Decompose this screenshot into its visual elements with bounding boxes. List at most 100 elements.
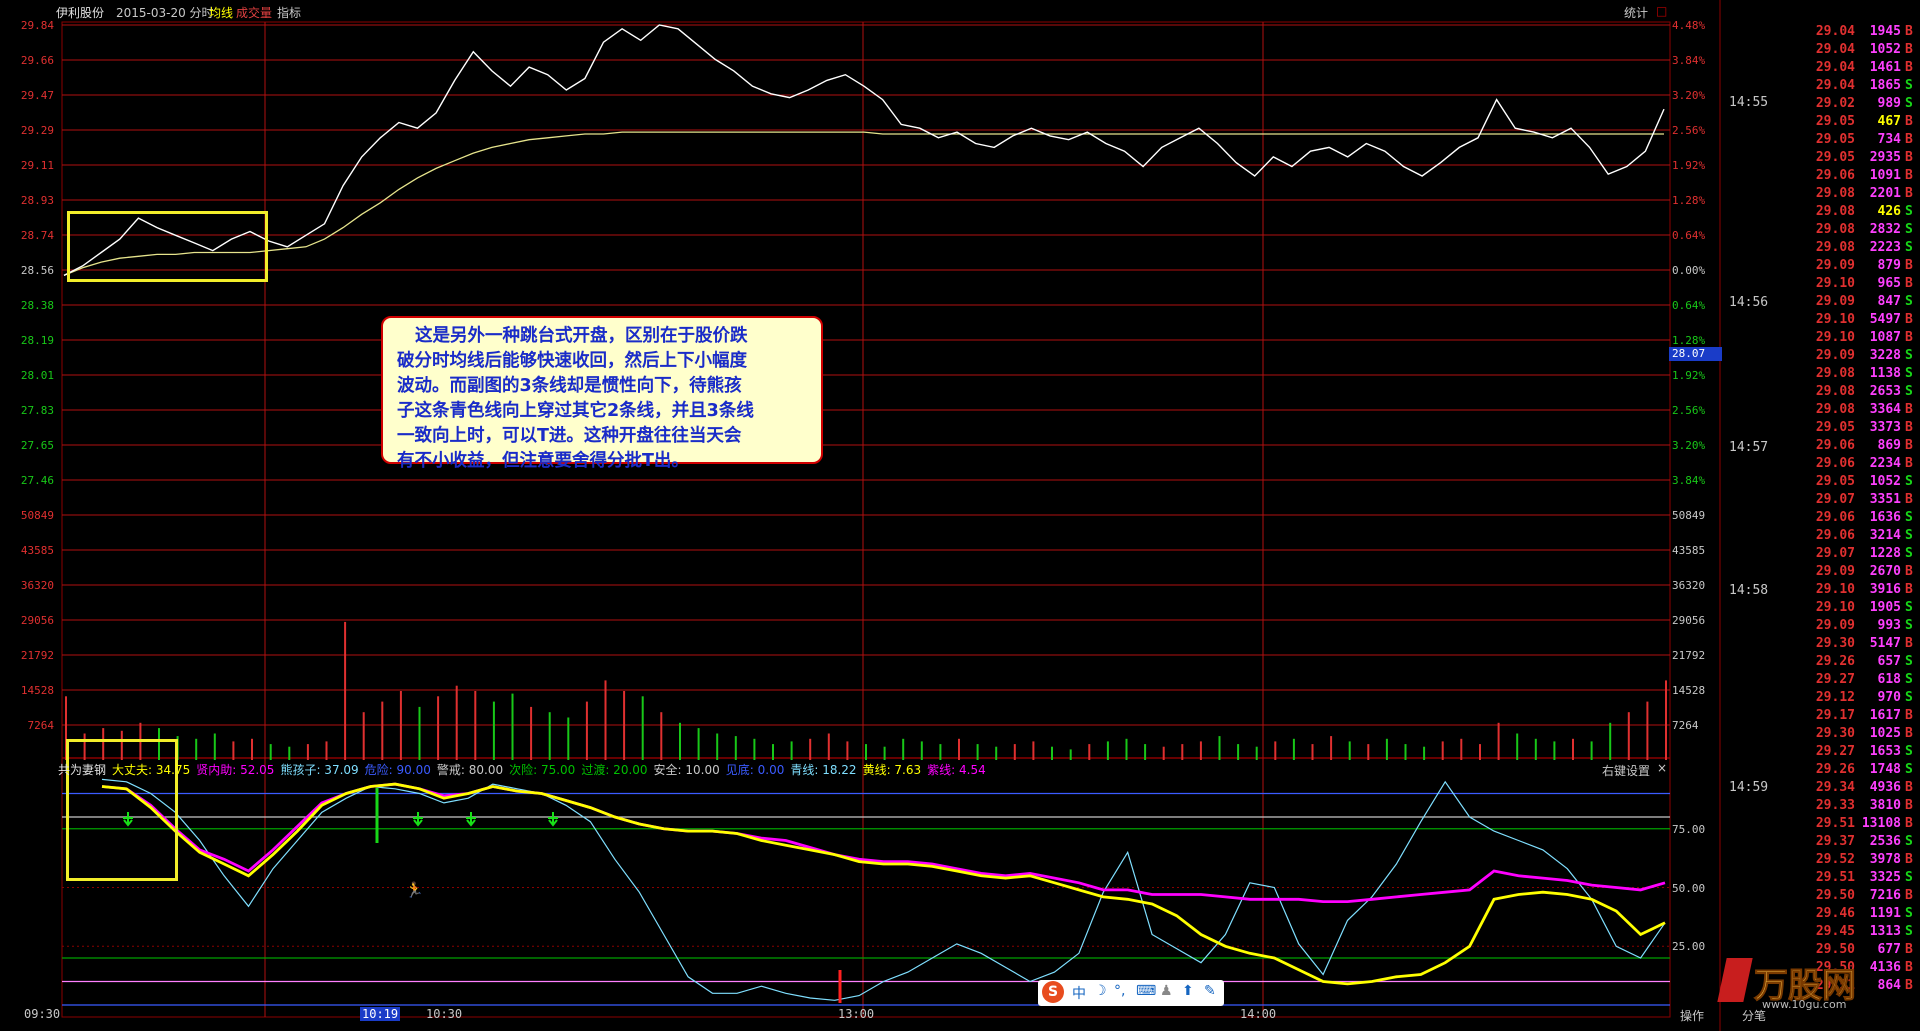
tick-price: 29.08 [1815, 204, 1855, 219]
percent-tick-label: 4.48% [1672, 19, 1706, 32]
callout-line: 破分时均线后能够快速收回，然后上下小幅度 [397, 351, 747, 371]
tick-volume: 1025 [1869, 726, 1901, 741]
price-tick-label: 29.84 [20, 19, 54, 32]
tick-price: 29.04 [1815, 78, 1855, 93]
tick-direction: B [1905, 312, 1913, 327]
volume-bar [381, 701, 384, 760]
intraday-chart[interactable]: 🏃 [0, 0, 1920, 1031]
tick-direction: B [1905, 816, 1913, 831]
volume-bar [976, 744, 979, 760]
tick-direction: B [1905, 780, 1913, 795]
volume-bar [548, 712, 551, 760]
volume-bar [1646, 701, 1649, 760]
tick-direction: B [1905, 438, 1913, 453]
tick-volume: 677 [1877, 942, 1901, 957]
grid-lines [61, 0, 1721, 1031]
indicator-markers: 🏃 [123, 788, 842, 1003]
tick-direction: B [1905, 420, 1913, 435]
price-tick-label: 28.56 [20, 264, 54, 277]
indicator-value: 见底: 0.00 [725, 763, 785, 777]
tick-volume: 965 [1877, 276, 1901, 291]
indicator-name[interactable]: 共为妻钢 [58, 763, 106, 777]
ime-skin-icon[interactable]: ♟ [1160, 983, 1173, 999]
tick-price: 29.12 [1815, 690, 1855, 705]
tick-direction: S [1905, 618, 1913, 633]
percent-tick-label: 1.28% [1672, 194, 1706, 207]
price-line [63, 24, 1665, 277]
tick-direction: B [1905, 456, 1913, 471]
tick-price: 29.27 [1815, 672, 1855, 687]
tick-volume: 1052 [1869, 474, 1901, 489]
tick-direction: B [1905, 402, 1913, 417]
tick-row: 29.26 1748 S [1725, 762, 1920, 780]
callout-line: 这是另外一种跳台式开盘，区别在于股价跌 [415, 326, 748, 346]
tick-direction: S [1905, 294, 1913, 309]
price-tick-label: 28.74 [20, 229, 54, 242]
volume-bar [1627, 712, 1630, 760]
volume-bar [641, 696, 644, 760]
tick-direction: B [1905, 186, 1913, 201]
volume-bar [1218, 736, 1221, 760]
volume-bar [1311, 744, 1314, 760]
callout-line: 子这条青色线向上穿过其它2条线，并且3条线 [397, 401, 754, 421]
indicator-tick-label: 25.00 [1672, 940, 1706, 954]
ops-tab[interactable]: 操作 [1680, 1007, 1704, 1024]
volume-bar [1162, 746, 1165, 760]
tick-price: 29.30 [1815, 726, 1855, 741]
indicator-header: 共为妻钢 大丈夫: 34.75 贤内助: 52.05 熊孩子: 37.09 危险: 90… [58, 761, 992, 777]
volume-tick-label-left: 7264 [27, 719, 55, 732]
volume-bar [362, 712, 365, 760]
tick-direction: S [1905, 384, 1913, 399]
ime-toolbar[interactable]: S 中 ☽ °, ⌨ ♟ ⬆ ✎ [1038, 980, 1224, 1006]
tick-direction: S [1905, 240, 1913, 255]
tick-direction: S [1905, 924, 1913, 939]
volume-bar [1423, 746, 1426, 760]
tick-price: 29.10 [1815, 330, 1855, 345]
indicator-close-icon[interactable]: × [1657, 761, 1667, 775]
indicator-value: 警戒: 80.00 [436, 763, 504, 777]
ime-punct-icon[interactable]: °, [1114, 983, 1125, 999]
volume-tick-label: 43585 [1672, 544, 1706, 557]
tick-row: 29.09 2670 B [1725, 564, 1920, 582]
ime-moon-icon[interactable]: ☽ [1094, 983, 1107, 999]
volume-bar [939, 744, 942, 760]
volume-bar [716, 733, 719, 760]
tick-row: 29.51 3325 S [1725, 870, 1920, 888]
tick-row: 29.04 1865 S [1725, 78, 1920, 96]
tick-row: 29.08 2223 S [1725, 240, 1920, 258]
indicator-value: 紫线: 4.54 [927, 763, 986, 777]
tick-volume: 5497 [1869, 312, 1901, 327]
sogou-logo-icon[interactable]: S [1042, 981, 1064, 1003]
tick-price: 29.05 [1815, 420, 1855, 435]
tick-direction: B [1905, 132, 1913, 147]
tick-price: 29.51 [1815, 816, 1855, 831]
ime-keyboard-icon[interactable]: ⌨ [1136, 983, 1156, 999]
volume-bar [827, 733, 830, 760]
current-price-marker: 28.07 [1669, 347, 1722, 361]
tick-direction: B [1905, 726, 1913, 741]
tick-direction: B [1905, 330, 1913, 345]
tick-row: 29.09 993 S [1725, 618, 1920, 636]
ime-upload-icon[interactable]: ⬆ [1182, 983, 1194, 999]
volume-bar [195, 738, 198, 760]
tick-price: 29.08 [1815, 384, 1855, 399]
tick-row: 29.08 3364 B [1725, 402, 1920, 420]
tick-row: 29.30 1025 B [1725, 726, 1920, 744]
volume-bar [1051, 746, 1053, 760]
tick-row: 29.46 1191 S [1725, 906, 1920, 924]
volume-tick-label: 21792 [1672, 649, 1706, 662]
tick-row: 29.06 2234 B [1725, 456, 1920, 474]
settings-link[interactable]: 右键设置 [1602, 762, 1650, 779]
ime-tools-icon[interactable]: ✎ [1204, 983, 1216, 999]
volume-bar [306, 744, 309, 760]
ime-chinese-toggle[interactable]: 中 [1072, 983, 1086, 1003]
tick-volume: 1617 [1869, 708, 1901, 723]
tick-price: 29.05 [1815, 150, 1855, 165]
annotation-callout: 这是另外一种跳台式开盘，区别在于股价跌 破分时均线后能够快速收回，然后上下小幅度… [381, 316, 823, 471]
highlight-box-price [67, 211, 268, 282]
tick-volume: 1461 [1869, 60, 1901, 75]
tick-price: 29.17 [1815, 708, 1855, 723]
volume-bar [1125, 738, 1128, 760]
tick-price: 29.10 [1815, 276, 1855, 291]
tick-price: 29.08 [1815, 186, 1855, 201]
